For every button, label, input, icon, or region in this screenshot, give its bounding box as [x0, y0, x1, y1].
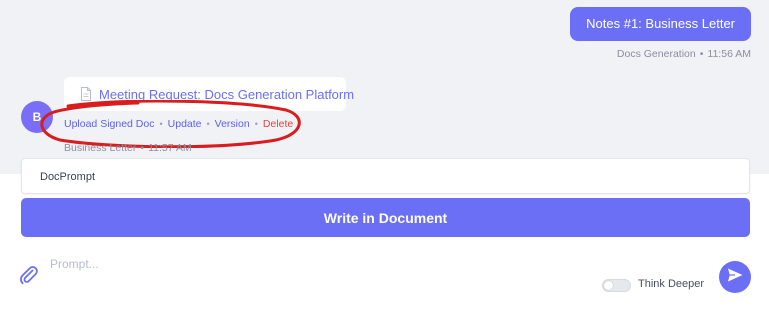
bot-message-sender: Business Letter [64, 142, 137, 154]
user-message-meta: Docs Generation • 11:56 AM [617, 48, 751, 60]
meta-separator: • [699, 48, 704, 60]
red-annotation-circle [40, 100, 301, 148]
write-in-document-button[interactable]: Write in Document [21, 198, 750, 237]
meta-separator: • [140, 142, 145, 154]
bot-message-meta: Business Letter • 11:57 AM [64, 142, 192, 154]
think-deeper-toggle[interactable] [602, 279, 631, 292]
user-message-sender: Docs Generation [616, 48, 696, 60]
document-icon [80, 87, 92, 101]
send-button[interactable] [719, 261, 751, 293]
prompt-input[interactable] [50, 254, 590, 274]
toggle-knob [604, 281, 613, 290]
docprompt-label: DocPrompt [40, 171, 96, 183]
think-deeper-label: Think Deeper [638, 278, 705, 290]
docprompt-panel[interactable]: DocPrompt [21, 158, 750, 194]
paperclip-icon[interactable] [18, 264, 40, 286]
chat-area: Notes #1: Business Letter Docs Generatio… [0, 0, 769, 174]
send-icon [726, 266, 744, 289]
user-message-bubble: Notes #1: Business Letter [570, 7, 751, 41]
user-message-time: 11:56 AM [707, 48, 751, 60]
bot-message-time: 11:57 AM [148, 142, 192, 154]
